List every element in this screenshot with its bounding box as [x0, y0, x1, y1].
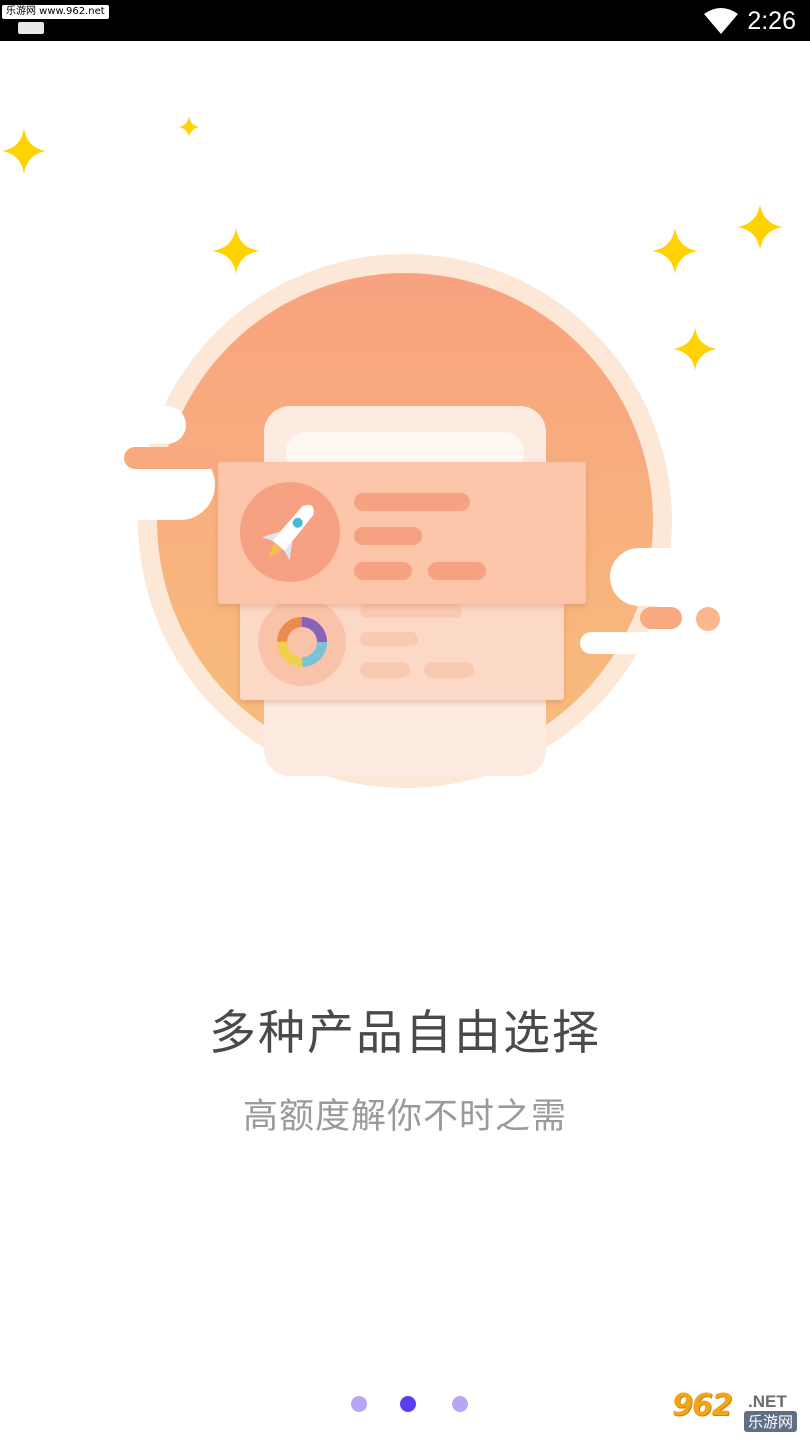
watermark-logo-cn: 乐游网 [744, 1411, 798, 1432]
page-dot-2-active[interactable] [400, 1396, 416, 1412]
product-card-secondary [240, 588, 564, 700]
page-dot-1[interactable] [351, 1396, 367, 1412]
product-card-primary [218, 462, 586, 604]
watermark-logo-number: 962 [672, 1388, 733, 1423]
watermark-label: 乐游网 www.962.net [2, 5, 109, 19]
onboarding-subtitle: 高额度解你不时之需 [242, 1097, 567, 1137]
wifi-icon [704, 8, 738, 34]
onboarding-title: 多种产品自由选择 [209, 1006, 601, 1061]
watermark-logo-net: .NET [748, 1392, 787, 1411]
onboarding-illustration [2, 116, 810, 788]
status-bar: 乐游网 www.962.net 2:26 [0, 0, 810, 41]
status-time: 2:26 [747, 7, 796, 35]
notification-icon [18, 22, 44, 34]
page-dot-3[interactable] [452, 1396, 468, 1412]
watermark-logo: 962 .NET 乐游网 [668, 1388, 804, 1434]
